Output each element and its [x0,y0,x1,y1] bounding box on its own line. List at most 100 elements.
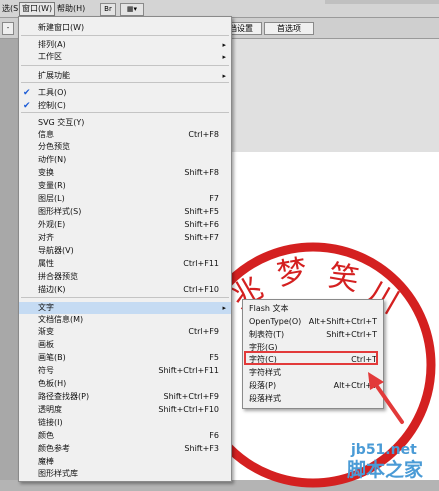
window-menu-item[interactable]: 扩展功能 ▸ [19,70,231,82]
menu-item-label: 颜色参考 [38,444,70,453]
window-menu-item[interactable]: 画笔(B) F5 [19,352,231,364]
menu-window[interactable]: 窗口(W) [19,2,56,16]
bridge-button[interactable]: Br [100,3,116,16]
window-menu-item[interactable]: 画板 [19,339,231,351]
menu-item-label: 画笔(B) [38,353,66,362]
menu-item-shortcut: Shift+F6 [184,220,219,229]
window-menu-item[interactable]: 拼合器预览 [19,271,231,283]
window-menu-item[interactable]: 变换 Shift+F8 [19,167,231,179]
window-menu-item[interactable]: 分色预览 [19,141,231,153]
stamp-char-3: 笑 [326,258,362,298]
menu-item-shortcut: F7 [209,194,219,203]
submenu-item-label: 制表符(T) [249,330,285,339]
submenu-item-label: 字符样式 [249,368,281,377]
text-submenu-item[interactable]: 制表符(T) Shift+Ctrl+T [243,329,383,341]
window-menu-item[interactable]: 色板(H) [19,378,231,390]
menu-item-label: 路径查找器(P) [38,392,90,401]
submenu-item-shortcut: Alt+Shift+Ctrl+T [308,317,377,326]
menu-item-label: 排列(A) [38,40,66,49]
menu-item-label: 透明度 [38,405,62,414]
text-submenu-item[interactable]: OpenType(O) Alt+Shift+Ctrl+T [243,316,383,328]
menu-item-shortcut: Ctrl+F8 [188,130,219,139]
window-menu-item[interactable]: 颜色 F6 [19,430,231,442]
menu-item-label: 渐变 [38,327,54,336]
submenu-arrow-icon: ▸ [222,41,226,49]
window-menu-item[interactable]: 新建窗口(W) [19,22,231,34]
menu-separator [21,112,229,113]
window-menu-item[interactable]: 对齐 Shift+F7 [19,232,231,244]
menu-item-shortcut: Shift+Ctrl+F9 [163,392,219,401]
menu-item-shortcut: Shift+Ctrl+F11 [158,366,219,375]
menu-item-label: 魔棒 [38,457,54,466]
menu-item-shortcut: Shift+Ctrl+F10 [158,405,219,414]
window-menu-item[interactable]: 排列(A) ▸ [19,39,231,51]
window-menu-item[interactable]: ✔ 工具(O) [19,87,231,99]
window-menu-item[interactable]: 变量(R) [19,180,231,192]
checkmark-icon: ✔ [23,101,31,111]
control-bar-small-button[interactable]: - [2,22,14,35]
menu-item-label: 信息 [38,130,54,139]
menu-item-label: 导航器(V) [38,246,74,255]
submenu-arrow-icon: ▸ [222,72,226,80]
window-menu-item[interactable]: 外观(E) Shift+F6 [19,219,231,231]
menu-item-label: 变换 [38,168,54,177]
menu-item-label: 符号 [38,366,54,375]
menu-item-label: 文字 [38,303,54,312]
menu-item-label: 画板 [38,340,54,349]
menu-separator [21,82,229,83]
window-menu-item[interactable]: 符号 Shift+Ctrl+F11 [19,365,231,377]
window-menu-item[interactable]: 图层(L) F7 [19,193,231,205]
window-menu-item[interactable]: 图形样式库 [19,468,231,480]
submenu-item-shortcut: Shift+Ctrl+T [326,330,377,339]
window-menu-item[interactable]: 图形样式(S) Shift+F5 [19,206,231,218]
menu-item-shortcut: Ctrl+F10 [183,285,219,294]
window-menu-item[interactable]: 透明度 Shift+Ctrl+F10 [19,404,231,416]
menu-item-label: 变量(R) [38,181,66,190]
menu-separator [21,65,229,66]
submenu-item-label: 段落样式 [249,394,281,403]
submenu-item-label: OpenType(O) [249,317,302,326]
window-menu-item[interactable]: 信息 Ctrl+F8 [19,129,231,141]
arrange-documents-button[interactable]: ▦▾ [120,3,144,16]
menu-item-label: 链接(I) [38,418,63,427]
menu-item-label: 图层(L) [38,194,65,203]
menu-item-shortcut: Ctrl+F11 [183,259,219,268]
window-menu-item[interactable]: 文字 ▸ [19,302,231,314]
submenu-arrow-icon: ▸ [222,304,226,312]
menu-item-label: 工具(O) [38,88,67,97]
menubar-edge [325,0,439,4]
menu-item-shortcut: Ctrl+F9 [188,327,219,336]
window-menu-item[interactable]: 工作区 ▸ [19,51,231,63]
window-menu-item[interactable]: 渐变 Ctrl+F9 [19,326,231,338]
window-menu-item[interactable]: 描边(K) Ctrl+F10 [19,284,231,296]
window-menu-item[interactable]: ✔ 控制(C) [19,100,231,112]
menu-item-label: 颜色 [38,431,54,440]
window-menu-item[interactable]: 路径查找器(P) Shift+Ctrl+F9 [19,391,231,403]
menu-item-label: 扩展功能 [38,71,70,80]
window-menu-item[interactable]: 魔棒 [19,456,231,468]
menu-item-label: 动作(N) [38,155,67,164]
menu-item-label: 描边(K) [38,285,66,294]
menu-item-label: 色板(H) [38,379,67,388]
menu-help[interactable]: 帮助(H) [55,3,87,15]
watermark-site-name: 脚本之家 [347,459,424,481]
text-submenu-item[interactable]: Flash 文本 [243,303,383,315]
annotation-arrow-icon [368,372,404,424]
menu-item-label: 属性 [38,259,54,268]
window-menu-item[interactable]: SVG 交互(Y) [19,117,231,129]
menu-item-label: 外观(E) [38,220,66,229]
menu-item-shortcut: Shift+F8 [184,168,219,177]
window-menu-item[interactable]: 文档信息(M) [19,314,231,326]
window-menu-dropdown: 新建窗口(W) 排列(A) ▸ 工作区 ▸ 扩展功能 ▸ ✔ 工具(O) ✔ 控制(C) SVG 交互… [18,16,232,482]
window-menu-item[interactable]: 导航器(V) [19,245,231,257]
menu-item-label: SVG 交互(Y) [38,118,85,127]
window-menu-item[interactable]: 链接(I) [19,417,231,429]
menu-item-shortcut: Shift+F7 [184,233,219,242]
window-menu-item[interactable]: 属性 Ctrl+F11 [19,258,231,270]
submenu-item-label: Flash 文本 [249,304,289,313]
window-menu-item[interactable]: 动作(N) [19,154,231,166]
window-menu-item[interactable]: 颜色参考 Shift+F3 [19,443,231,455]
preferences-button[interactable]: 首选项 [264,22,314,35]
menu-separator [21,35,229,36]
submenu-arrow-icon: ▸ [222,53,226,61]
